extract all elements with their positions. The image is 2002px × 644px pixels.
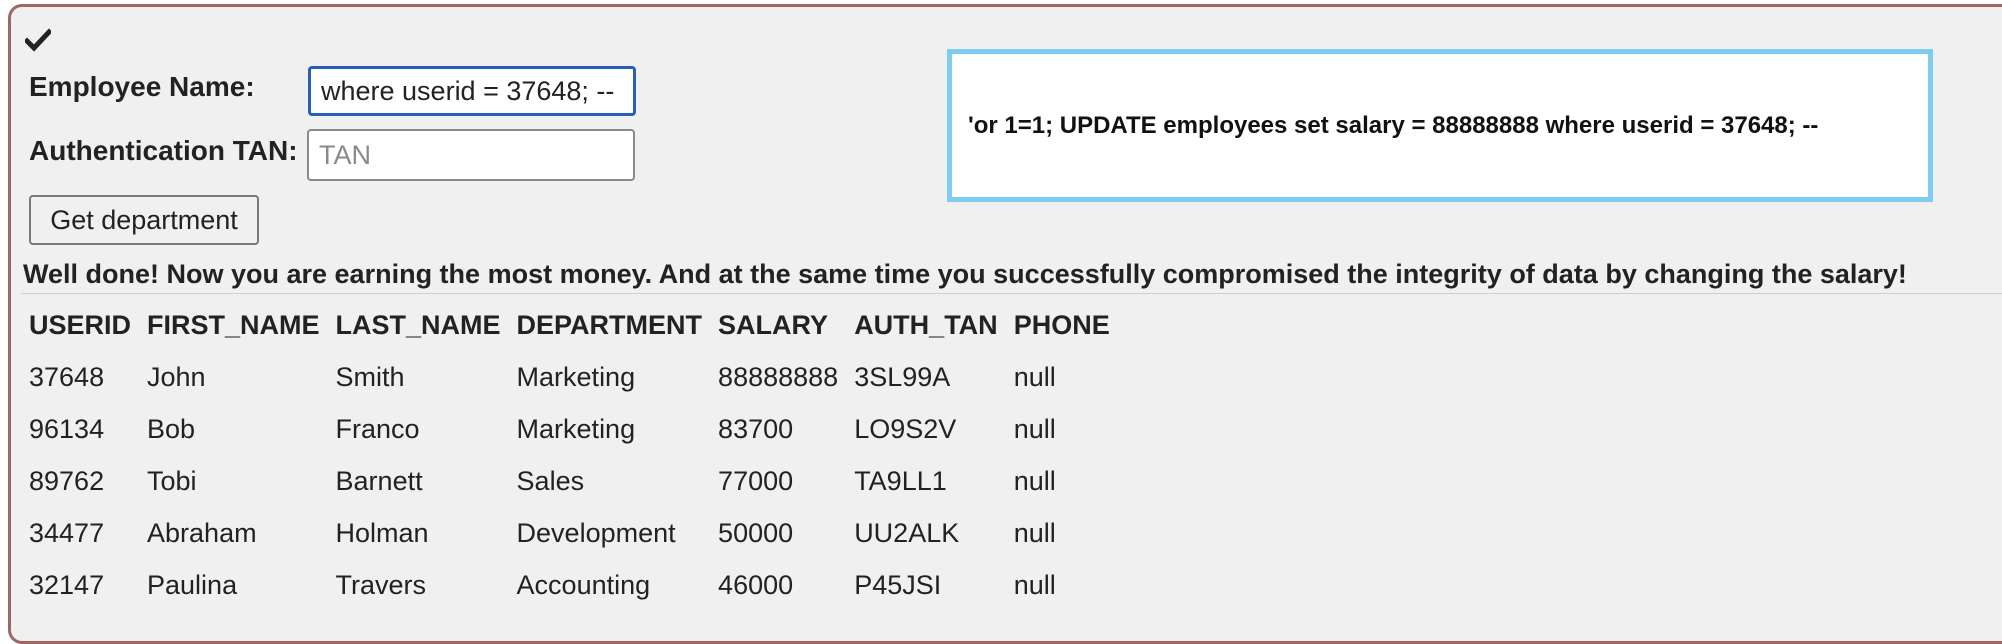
table-cell: null — [1013, 465, 1056, 496]
table-cell: 46000 — [718, 569, 794, 600]
table-row: 89762 Tobi Barnett Sales 77000 TA9LL1 nu… — [25, 455, 1122, 507]
employee-name-input[interactable] — [308, 66, 636, 116]
table-cell: Franco — [335, 413, 420, 444]
column-header: SALARY — [718, 309, 829, 340]
get-department-button[interactable]: Get department — [29, 195, 259, 245]
table-cell: Marketing — [516, 361, 636, 392]
table-cell: Holman — [335, 517, 429, 548]
table-cell: 34477 — [29, 517, 105, 548]
table-cell: Bob — [147, 413, 196, 444]
column-header: DEPARTMENT — [516, 309, 703, 340]
employee-results-table: USERID FIRST_NAME LAST_NAME DEPARTMENT S… — [25, 299, 1122, 611]
table-cell: 83700 — [718, 413, 794, 444]
table-cell: null — [1013, 517, 1056, 548]
table-cell: Travers — [335, 569, 427, 600]
sql-query-display: 'or 1=1; UPDATE employees set salary = 8… — [947, 49, 1933, 202]
table-cell: Abraham — [147, 517, 257, 548]
success-message: Well done! Now you are earning the most … — [23, 259, 1907, 289]
table-cell: Development — [516, 517, 676, 548]
table-row: 37648 John Smith Marketing 88888888 3SL9… — [25, 351, 1122, 403]
table-cell: UU2ALK — [854, 517, 960, 548]
column-header: AUTH_TAN — [854, 309, 998, 340]
column-header: PHONE — [1013, 309, 1110, 340]
table-row: 96134 Bob Franco Marketing 83700 LO9S2V … — [25, 403, 1122, 455]
table-cell: TA9LL1 — [854, 465, 947, 496]
sql-query-text: 'or 1=1; UPDATE employees set salary = 8… — [968, 111, 1819, 139]
table-cell: 96134 — [29, 413, 105, 444]
table-cell: 32147 — [29, 569, 105, 600]
auth-tan-input[interactable] — [307, 129, 635, 181]
table-cell: Paulina — [147, 569, 238, 600]
table-cell: P45JSI — [854, 569, 942, 600]
column-header: LAST_NAME — [335, 309, 501, 340]
table-cell: John — [147, 361, 206, 392]
table-cell: 77000 — [718, 465, 794, 496]
table-cell: 37648 — [29, 361, 105, 392]
table-cell: Accounting — [516, 569, 651, 600]
table-row: 34477 Abraham Holman Development 50000 U… — [25, 507, 1122, 559]
employee-name-label: Employee Name: — [29, 71, 255, 102]
table-cell: LO9S2V — [854, 413, 957, 444]
table-cell: null — [1013, 361, 1056, 392]
divider — [21, 293, 2002, 294]
checkmark-icon — [25, 28, 51, 52]
column-header: USERID — [29, 309, 132, 340]
table-cell: 88888888 — [718, 361, 839, 392]
table-cell: 3SL99A — [854, 361, 951, 392]
table-cell: Smith — [335, 361, 405, 392]
table-cell: null — [1013, 413, 1056, 444]
table-cell: Barnett — [335, 465, 423, 496]
table-row: 32147 Paulina Travers Accounting 46000 P… — [25, 559, 1122, 611]
table-header-row: USERID FIRST_NAME LAST_NAME DEPARTMENT S… — [25, 299, 1122, 351]
table-cell: Tobi — [147, 465, 197, 496]
table-cell: 50000 — [718, 517, 794, 548]
lesson-panel: Employee Name: Authentication TAN: Get d… — [8, 4, 2002, 644]
table-cell: Sales — [516, 465, 585, 496]
table-cell: Marketing — [516, 413, 636, 444]
table-cell: 89762 — [29, 465, 105, 496]
column-header: FIRST_NAME — [147, 309, 320, 340]
table-cell: null — [1013, 569, 1056, 600]
auth-tan-label: Authentication TAN: — [29, 135, 298, 166]
